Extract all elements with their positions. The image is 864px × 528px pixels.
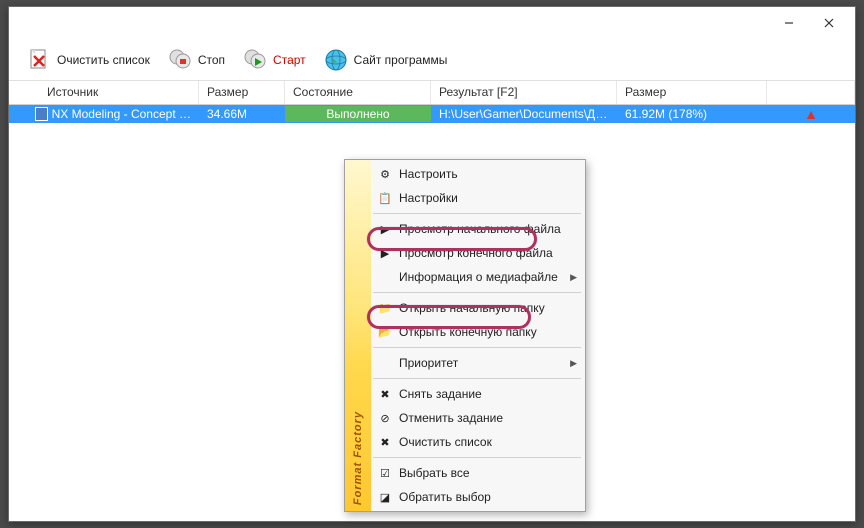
folder-icon: 📁 [377,300,393,316]
menu-separator [373,378,581,379]
context-menu: Format Factory ⚙ Настроить 📋 Настройки ▶… [344,159,586,512]
menu-separator [373,347,581,348]
close-button[interactable] [811,11,847,35]
remove-icon: ✖ [377,386,393,402]
menu-items: ⚙ Настроить 📋 Настройки ▶ Просмотр начал… [371,160,585,511]
row-source: NX Modeling - Concept … [52,107,191,121]
folder-open-icon: 📂 [377,324,393,340]
info-icon [377,269,393,285]
menu-separator [373,213,581,214]
site-label: Сайт программы [354,53,448,67]
menu-separator [373,457,581,458]
settings-icon: 📋 [377,190,393,206]
menu-select-all[interactable]: ☑ Выбрать все [371,461,585,485]
toolbar: Очистить список Стоп Старт [9,39,855,81]
up-arrow-icon: ▲ [804,106,818,122]
start-icon [241,46,269,74]
invert-icon: ◪ [377,489,393,505]
row-arrow: ▲ [767,105,855,123]
start-button[interactable]: Старт [235,42,312,78]
col-status[interactable]: Состояние [285,81,431,104]
gutter-label: Format Factory [352,411,364,505]
table-header: Источник Размер Состояние Результат [F2]… [9,81,855,105]
globe-icon [322,46,350,74]
menu-separator [373,292,581,293]
menu-open-output-folder[interactable]: 📂 Открыть конечную папку [371,320,585,344]
menu-settings[interactable]: 📋 Настройки [371,186,585,210]
menu-gutter: Format Factory [345,160,371,511]
menu-open-source-folder[interactable]: 📁 Открыть начальную папку [371,296,585,320]
clear-list-button[interactable]: Очистить список [19,42,156,78]
menu-view-source-file[interactable]: ▶ Просмотр начального файла [371,217,585,241]
cancel-icon: ⊘ [377,410,393,426]
col-source[interactable]: Источник [9,81,199,104]
menu-remove-task[interactable]: ✖ Снять задание [371,382,585,406]
file-icon [35,107,48,121]
app-window: Очистить список Стоп Старт [8,6,856,522]
col-size2[interactable]: Размер [617,81,767,104]
row-size: 34.66M [199,106,285,122]
file-play-icon: ▶ [377,245,393,261]
row-result: H:\User\Gamer\Documents\До… [431,106,617,122]
table-row[interactable]: NX Modeling - Concept … 34.66M Выполнено… [9,105,855,123]
blank-icon [377,355,393,371]
menu-clear-list[interactable]: ✖ Очистить список [371,430,585,454]
minimize-button[interactable] [771,11,807,35]
col-result[interactable]: Результат [F2] [431,81,617,104]
chevron-right-icon: ▶ [570,272,577,283]
select-all-icon: ☑ [377,465,393,481]
row-status: Выполнено [285,106,431,122]
col-extra[interactable] [767,81,855,104]
chevron-right-icon: ▶ [570,358,577,369]
gear-icon: ⚙ [377,166,393,182]
stop-icon [166,46,194,74]
menu-priority[interactable]: Приоритет ▶ [371,351,585,375]
stop-label: Стоп [198,53,225,67]
menu-cancel-task[interactable]: ⊘ Отменить задание [371,406,585,430]
col-size[interactable]: Размер [199,81,285,104]
start-label: Старт [273,53,306,67]
menu-media-info[interactable]: Информация о медиафайле ▶ [371,265,585,289]
row-size2: 61.92M (178%) [617,106,767,122]
menu-configure[interactable]: ⚙ Настроить [371,162,585,186]
menu-view-output-file[interactable]: ▶ Просмотр конечного файла [371,241,585,265]
file-play-icon: ▶ [377,221,393,237]
clear-icon: ✖ [377,434,393,450]
titlebar [9,7,855,39]
clear-list-label: Очистить список [57,53,150,67]
site-button[interactable]: Сайт программы [316,42,454,78]
clear-icon [25,46,53,74]
stop-button[interactable]: Стоп [160,42,231,78]
menu-invert-selection[interactable]: ◪ Обратить выбор [371,485,585,509]
